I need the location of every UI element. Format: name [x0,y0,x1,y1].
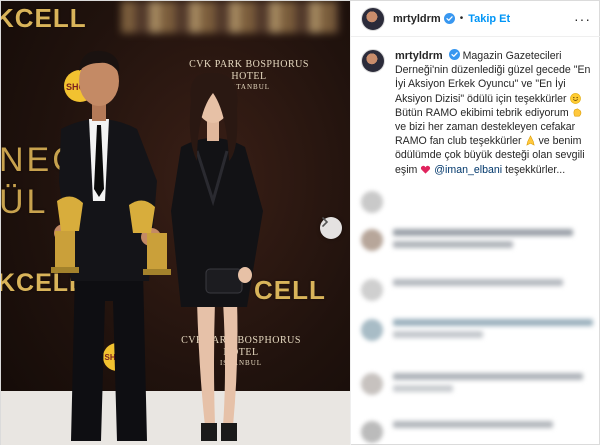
avatar [361,279,383,301]
photo-illustration: SHOW SHOW [1,50,350,445]
blurred-comment [361,421,553,443]
separator-dot: • [459,13,464,24]
blurred-comment [361,191,383,213]
post-photo[interactable]: KCELL NEÇ ÜL KCELL CELL CVK PARK BOSPHOR… [1,1,350,445]
heart-emoji-icon [420,164,431,175]
avatar [361,421,383,443]
avatar [361,191,383,213]
avatar [361,373,383,395]
instagram-post: KCELL NEÇ ÜL KCELL CELL CVK PARK BOSPHOR… [0,0,600,445]
caption-part-5: teşekkürler... [505,163,566,176]
avatar [361,319,383,341]
more-options-button[interactable]: ··· [574,12,591,26]
mention-link[interactable]: @iman_elbani [434,164,502,176]
caption-part-2: Bütün RAMO ekibimi tebrik ediyorum [395,106,569,119]
smile-emoji-icon [569,92,581,104]
avatar[interactable] [361,49,385,73]
blurred-comment [361,279,563,301]
caption-username[interactable]: mrtyldrm [395,50,443,62]
post-sidebar: mrtyldrm • Takip Et ··· mrtyldrm Magazin… [350,1,600,445]
blurred-comment [361,229,573,253]
caption-text: mrtyldrm Magazin Gazetecileri Derneği'ni… [395,49,591,177]
chevron-right-icon [322,217,329,227]
post-caption: mrtyldrm Magazin Gazetecileri Derneği'ni… [351,37,600,183]
carousel-next-button[interactable] [320,217,342,239]
clap-emoji-icon [572,107,583,118]
follow-button[interactable]: Takip Et [468,13,510,25]
post-header: mrtyldrm • Takip Et ··· [351,1,600,37]
blurred-comment [361,319,593,343]
header-username[interactable]: mrtyldrm [393,13,441,25]
verified-badge-icon [448,49,460,60]
verified-badge-icon [443,13,455,24]
pray-emoji-icon [525,135,536,146]
avatar[interactable] [361,6,385,31]
blurred-comment [361,373,583,397]
avatar [361,229,383,251]
